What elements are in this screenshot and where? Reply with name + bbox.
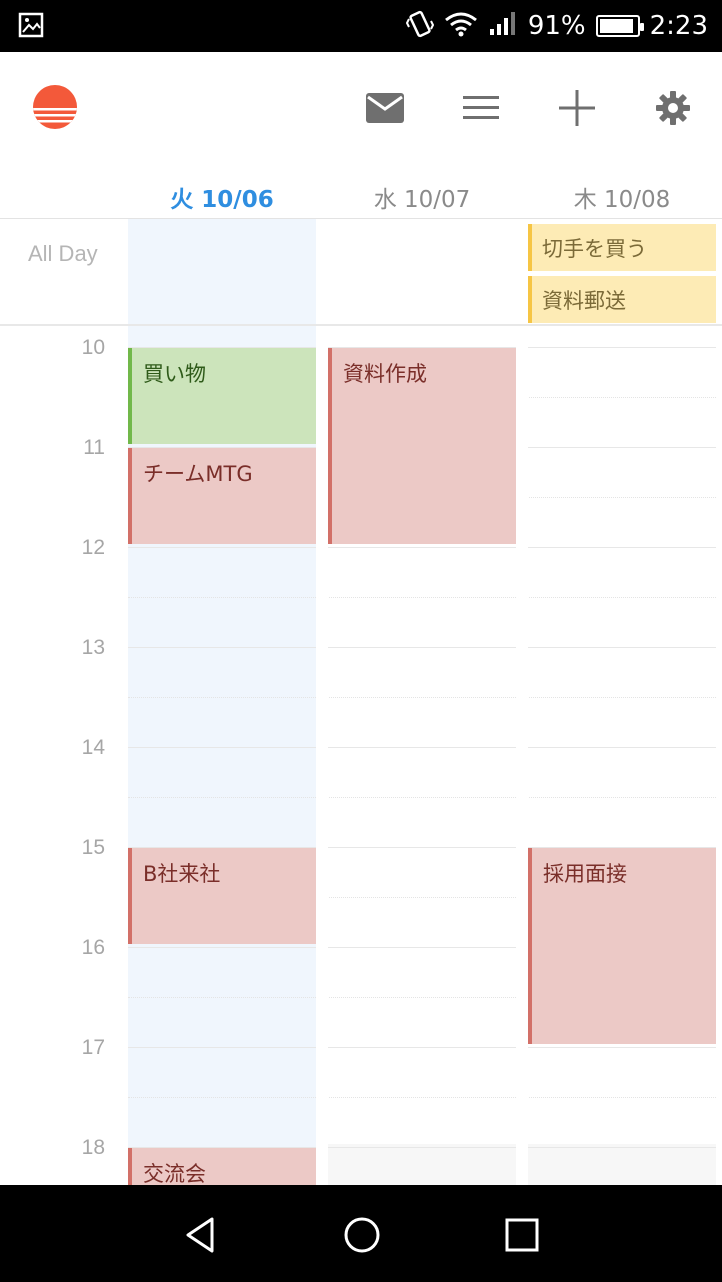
day-header-row: 火 10/06 水 10/07 木 10/08: [0, 164, 722, 218]
all-day-section: All Day 切手を買う 資料郵送: [0, 219, 722, 324]
all-day-event[interactable]: 資料郵送: [528, 276, 716, 323]
home-icon[interactable]: [340, 1213, 384, 1257]
status-bar: 91% 2:23: [0, 0, 722, 52]
day-header-tue[interactable]: 火 10/06: [122, 180, 322, 214]
screenshot-icon: [18, 12, 44, 38]
app-toolbar: [0, 52, 722, 164]
day-header-wed[interactable]: 水 10/07: [322, 180, 522, 214]
column-shade: [528, 1144, 716, 1185]
vibrate-icon: [405, 9, 434, 43]
calendar-event[interactable]: B社来社: [128, 848, 316, 944]
column-separator: [516, 326, 528, 1185]
hour-gridline: [128, 747, 716, 748]
calendar-app: 火 10/06 水 10/07 木 10/08 All Day 切手を買う 資料…: [0, 52, 722, 1185]
battery-percent: 91%: [527, 11, 586, 41]
hour-label: 14: [81, 736, 105, 759]
all-day-label: All Day: [28, 241, 98, 266]
settings-icon[interactable]: [651, 86, 695, 130]
wifi-icon: [444, 11, 478, 41]
column-shade: [328, 1144, 516, 1185]
half-hour-gridline: [128, 697, 716, 698]
hour-label: 12: [81, 536, 105, 559]
hour-label: 15: [81, 836, 105, 859]
clock: 2:23: [649, 11, 708, 41]
calendar-event[interactable]: 交流会: [128, 1148, 316, 1185]
time-grid[interactable]: 10 11 12 13 14 15 16 17 18 買い物 チームMTG 資料作成 B社来社 採用面接…: [0, 326, 722, 1185]
battery-icon: [595, 15, 644, 37]
calendar-event[interactable]: 採用面接: [528, 848, 716, 1044]
all-day-event[interactable]: 切手を買う: [528, 224, 716, 271]
hour-label: 13: [81, 636, 105, 659]
hour-gridline: [128, 1047, 716, 1048]
hour-label: 17: [81, 1036, 105, 1059]
half-hour-gridline: [128, 1097, 716, 1098]
half-hour-gridline: [128, 797, 716, 798]
recents-icon[interactable]: [500, 1213, 544, 1257]
menu-icon[interactable]: [459, 86, 503, 130]
hour-label: 11: [83, 436, 105, 459]
sunrise-logo[interactable]: [32, 84, 78, 130]
back-icon[interactable]: [180, 1213, 224, 1257]
hour-gridline: [128, 547, 716, 548]
hour-gridline: [128, 647, 716, 648]
day-header-thu[interactable]: 木 10/08: [522, 180, 722, 214]
half-hour-gridline: [128, 597, 716, 598]
calendar-event[interactable]: チームMTG: [128, 448, 316, 544]
calendar-event[interactable]: 買い物: [128, 348, 316, 444]
hour-label: 10: [81, 336, 105, 359]
hour-label: 18: [81, 1136, 105, 1159]
navigation-bar: [0, 1185, 722, 1282]
column-separator: [316, 326, 328, 1185]
calendar-event[interactable]: 資料作成: [328, 348, 516, 544]
hour-label: 16: [81, 936, 105, 959]
mail-icon[interactable]: [363, 86, 407, 130]
signal-icon: [488, 11, 518, 41]
add-icon[interactable]: [555, 86, 599, 130]
